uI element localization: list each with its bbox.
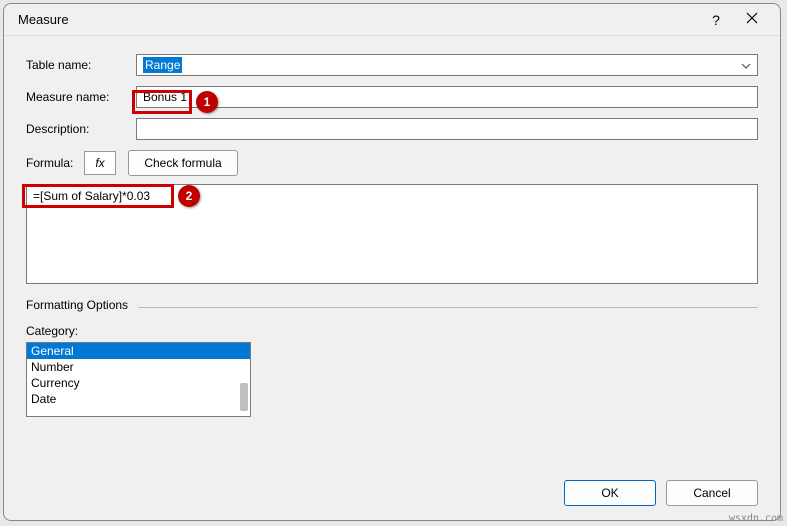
category-label: Category: — [26, 324, 758, 338]
annotation-callout-1: 1 — [196, 91, 218, 113]
measure-dialog: Measure ? Table name: Range Measure name… — [3, 3, 781, 521]
description-input[interactable] — [136, 118, 758, 140]
dialog-footer: OK Cancel — [4, 468, 780, 520]
check-formula-button[interactable]: Check formula — [128, 150, 238, 176]
category-listbox[interactable]: General Number Currency Date — [26, 342, 251, 417]
category-section: Category: General Number Currency Date — [26, 324, 758, 417]
list-item[interactable]: General — [27, 343, 250, 359]
annotation-callout-2: 2 — [178, 185, 200, 207]
watermark: wsxdn.com — [729, 513, 783, 524]
dialog-content: Table name: Range Measure name: Descript… — [4, 36, 780, 468]
list-item[interactable]: Number — [27, 359, 250, 375]
close-icon — [746, 12, 758, 24]
list-item[interactable]: Currency — [27, 375, 250, 391]
description-row: Description: — [26, 118, 758, 140]
description-label: Description: — [26, 122, 136, 136]
close-button[interactable] — [734, 12, 770, 27]
fx-button[interactable]: fx — [84, 151, 116, 175]
formatting-options-header: Formatting Options — [26, 298, 758, 312]
table-name-value: Range — [143, 57, 182, 73]
help-button[interactable]: ? — [698, 12, 734, 28]
measure-name-row: Measure name: — [26, 86, 758, 108]
measure-name-input[interactable] — [136, 86, 758, 108]
divider — [138, 307, 758, 308]
chevron-down-icon — [741, 59, 751, 75]
formula-text: =[Sum of Salary]*0.03 — [33, 189, 150, 203]
formula-row: Formula: fx Check formula — [26, 150, 758, 176]
formatting-options-label: Formatting Options — [26, 298, 128, 312]
table-name-row: Table name: Range — [26, 54, 758, 76]
fx-icon: fx — [95, 156, 104, 170]
cancel-button[interactable]: Cancel — [666, 480, 758, 506]
list-item[interactable]: Date — [27, 391, 250, 407]
table-name-label: Table name: — [26, 58, 136, 72]
scrollbar-thumb[interactable] — [240, 383, 248, 411]
table-name-select[interactable]: Range — [136, 54, 758, 76]
title-bar: Measure ? — [4, 4, 780, 36]
dialog-title: Measure — [18, 12, 698, 27]
formula-textarea[interactable]: =[Sum of Salary]*0.03 — [26, 184, 758, 284]
ok-button[interactable]: OK — [564, 480, 656, 506]
measure-name-label: Measure name: — [26, 90, 136, 104]
